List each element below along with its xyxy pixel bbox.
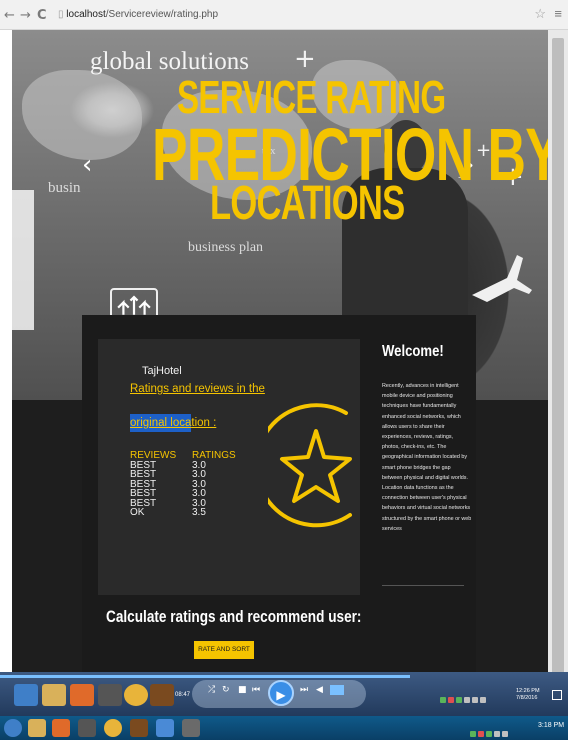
app-icon[interactable] [52, 719, 70, 737]
welcome-body: Recently, advances in intelligent mobile… [382, 383, 472, 532]
slider-prev-arrow[interactable]: ‹ [82, 150, 92, 180]
playback-time: 08:47 [175, 692, 191, 698]
expand-icon[interactable] [552, 690, 562, 700]
url-path: /Servicereview/rating.php [105, 9, 219, 20]
back-arrow-icon[interactable]: ← [4, 8, 15, 23]
ratings-subhead-line2: original location : [130, 414, 217, 432]
chrome-icon[interactable] [104, 719, 122, 737]
folder-icon[interactable] [42, 684, 66, 706]
scrollbar-thumb[interactable] [552, 38, 564, 678]
previous-icon[interactable]: ⏮ [252, 685, 260, 695]
title-line-3: LOCATIONS [210, 177, 405, 230]
selected-text[interactable]: original loca [130, 414, 192, 432]
start-button[interactable] [4, 719, 22, 737]
divider [382, 585, 464, 586]
ratings-subhead-line1: Ratings and reviews in the [130, 383, 265, 395]
hotel-rating-card: TajHotel Ratings and reviews in the orig… [98, 339, 360, 595]
tray-icon[interactable] [440, 697, 446, 703]
tray-icon[interactable] [464, 697, 470, 703]
system-tray [440, 690, 510, 703]
play-button[interactable]: ▶ [268, 680, 294, 706]
table-row: OK 3.5 [130, 508, 236, 518]
repeat-icon[interactable]: ↻ [222, 685, 230, 695]
welcome-title: Welcome! [382, 343, 444, 360]
app-icon[interactable] [182, 719, 200, 737]
window-icon[interactable] [98, 684, 122, 706]
forward-arrow-icon[interactable]: → [20, 8, 31, 23]
system-tray [470, 724, 530, 737]
next-icon[interactable]: ⏭ [300, 685, 308, 695]
taskbar-clock[interactable]: 3:18 PM [538, 722, 564, 729]
reload-icon[interactable]: C [37, 8, 47, 23]
media-player-bar: 08:47 ⤮ ↻ ■ ⏮ ▶ ⏭ ◀ 12:26 PM 7/8/2016 [0, 672, 568, 716]
window-icon[interactable] [78, 719, 96, 737]
table-row: BEST 3.0 [130, 498, 236, 509]
hotel-name: TajHotel [142, 365, 182, 377]
rate-and-sort-button[interactable]: RATE AND SORT [194, 641, 254, 659]
app-icon[interactable] [70, 684, 94, 706]
airplane-icon [472, 255, 532, 302]
bookmark-star-icon[interactable]: ☆ [534, 6, 546, 22]
ratings-table: REVIEWS RATINGS BEST 3.0 BEST 3.0 BEST 3.0 … [130, 451, 236, 518]
shuffle-icon[interactable]: ⤮ [208, 685, 215, 695]
clock-date: 7/8/2016 [516, 695, 538, 701]
tray-icon[interactable] [478, 731, 484, 737]
volume-icon[interactable]: ◀ [316, 685, 323, 695]
glass-panel-decoration [12, 190, 34, 330]
app-icon[interactable] [156, 719, 174, 737]
page-viewport: busin tax business plan + + + — ‹ › glob… [12, 30, 548, 672]
world-map-decoration [22, 70, 142, 160]
address-bar[interactable]: ▯ localhost/Servicereview/rating.php [58, 6, 528, 24]
tray-icon[interactable] [502, 731, 508, 737]
seek-bar[interactable] [0, 675, 410, 678]
review-cell: OK [130, 507, 145, 518]
star-rating-icon [268, 403, 352, 528]
tray-icon[interactable] [470, 731, 476, 737]
menu-icon[interactable]: ≡ [554, 6, 562, 21]
background-word: busin [48, 180, 81, 196]
subhead-text: tion : [191, 417, 217, 429]
content-panel: TajHotel Ratings and reviews in the orig… [82, 315, 476, 672]
background-word: business plan [188, 240, 264, 255]
tray-icon[interactable] [494, 731, 500, 737]
tray-icon[interactable] [480, 697, 486, 703]
tray-icon[interactable] [448, 697, 454, 703]
start-orb-icon[interactable] [14, 684, 38, 706]
calculate-heading: Calculate ratings and recommend user: [106, 607, 362, 626]
clock[interactable]: 12:26 PM 7/8/2016 [516, 688, 540, 702]
tray-icon[interactable] [486, 731, 492, 737]
chrome-icon[interactable] [124, 684, 148, 706]
stop-icon[interactable]: ■ [238, 685, 247, 695]
folder-icon[interactable] [28, 719, 46, 737]
tray-icon[interactable] [456, 697, 462, 703]
screen: ← → C ▯ localhost/Servicereview/rating.p… [0, 0, 568, 740]
volume-slider[interactable] [330, 685, 344, 695]
vertical-scrollbar[interactable] [548, 30, 568, 678]
clock-time: 12:26 PM [516, 688, 540, 694]
url-host: localhost [66, 9, 106, 20]
app-icon[interactable] [130, 719, 148, 737]
rating-cell: 3.5 [192, 507, 206, 518]
tray-icon[interactable] [472, 697, 478, 703]
taskbar: 3:18 PM [0, 716, 568, 740]
browser-toolbar: ← → C ▯ localhost/Servicereview/rating.p… [0, 0, 568, 30]
app-icon[interactable] [150, 684, 174, 706]
